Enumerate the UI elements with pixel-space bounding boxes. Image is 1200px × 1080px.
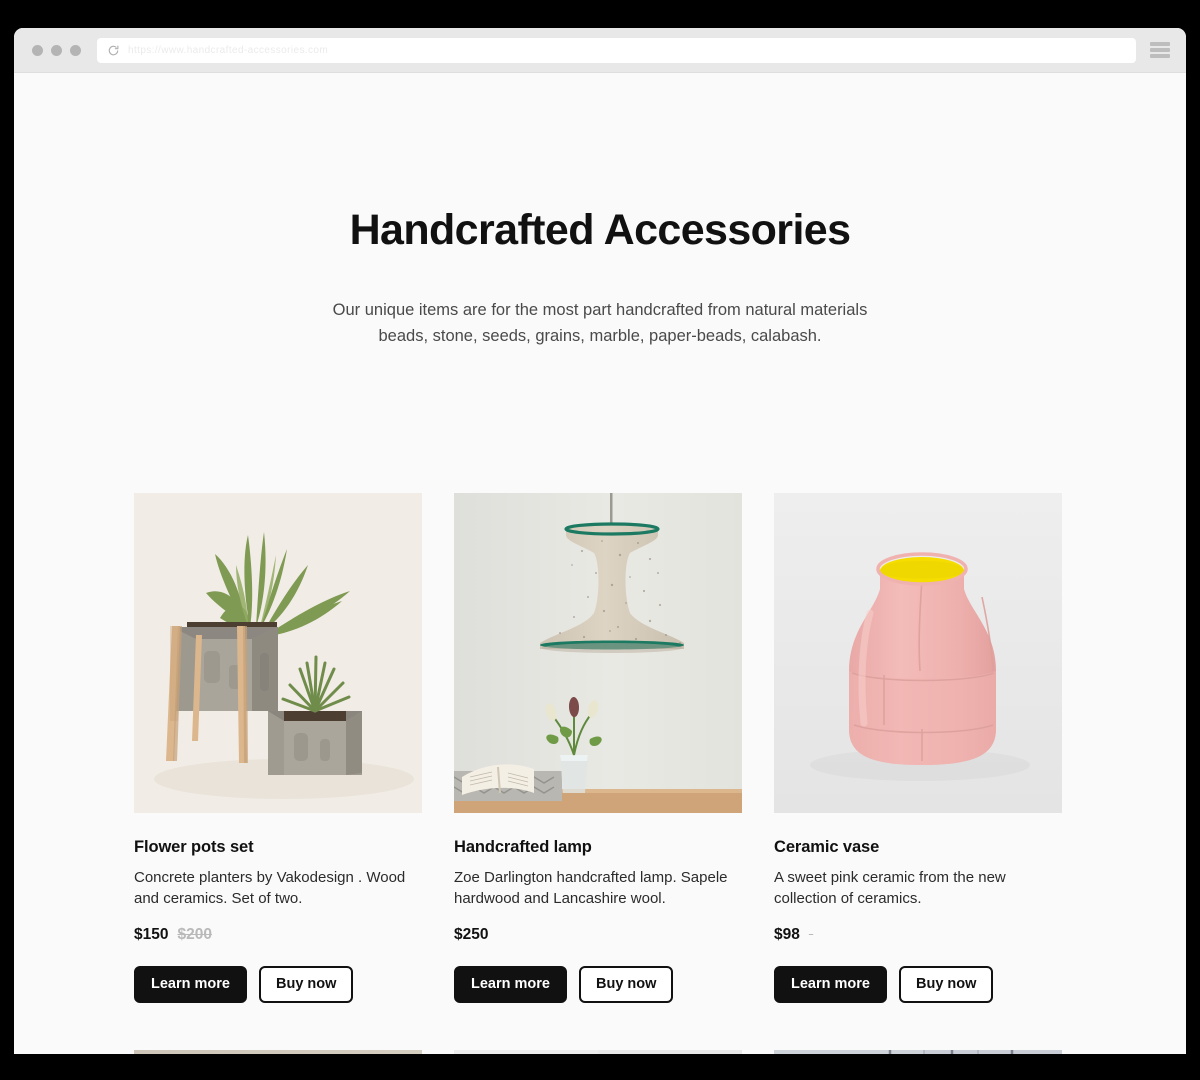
product-description: Zoe Darlington handcrafted lamp. Sapele …	[454, 869, 728, 908]
product-name: Handcrafted lamp	[454, 838, 592, 856]
handcrafted-lamp-photo[interactable]	[454, 493, 742, 813]
price-row: $250	[454, 926, 742, 944]
buy-now-button[interactable]: Buy now	[258, 965, 354, 1004]
page-subtitle: Our unique items are for the most part h…	[14, 298, 1186, 349]
product-photo-blue-pendant[interactable]	[774, 1050, 1062, 1054]
window-maximize-dot[interactable]	[70, 44, 81, 56]
card-actions: Learn more Buy now	[134, 965, 422, 1004]
product-name: Flower pots set	[134, 838, 254, 856]
page-subtitle-line-2: beads, stone, seeds, grains, marble, pap…	[378, 326, 822, 345]
product-card[interactable]	[134, 1050, 422, 1054]
blue-pendant-illustration	[774, 1050, 1062, 1054]
flower-pots-illustration	[134, 493, 422, 813]
price-row: $150 $200	[134, 926, 422, 944]
window-close-dot[interactable]	[32, 44, 43, 56]
product-grid: Flower pots set Concrete planters by Vak…	[134, 493, 1076, 1054]
current-price: $150	[134, 925, 169, 943]
address-bar[interactable]: https://www.handcrafted-accessories.com	[97, 37, 1136, 63]
window-controls[interactable]	[32, 44, 81, 56]
flower-pots-photo[interactable]	[134, 493, 422, 813]
buy-now-button[interactable]: Buy now	[578, 965, 674, 1004]
menu-bar-1	[1150, 42, 1170, 46]
browser-toolbar: https://www.handcrafted-accessories.com	[14, 28, 1186, 73]
current-price: $250	[454, 925, 489, 943]
learn-more-button[interactable]: Learn more	[774, 965, 887, 1004]
product-name: Ceramic vase	[774, 838, 880, 856]
card-actions: Learn more Buy now	[774, 965, 1062, 1004]
ceramic-vase-illustration	[774, 493, 1062, 813]
gray-photo-illustration	[454, 1050, 742, 1054]
buy-now-button[interactable]: Buy now	[898, 965, 994, 1004]
menu-bar-3	[1150, 54, 1170, 58]
product-card[interactable]: Handcrafted lamp Zoe Darlington handcraf…	[454, 493, 742, 1004]
learn-more-button[interactable]: Learn more	[454, 965, 567, 1004]
card-actions: Learn more Buy now	[454, 965, 742, 1004]
window-minimize-dot[interactable]	[51, 44, 62, 56]
page-subtitle-line-1: Our unique items are for the most part h…	[332, 301, 868, 320]
product-card[interactable]: Ceramic vase A sweet pink ceramic from t…	[774, 493, 1062, 1004]
hero-section: Handcrafted Accessories Our unique items…	[14, 73, 1186, 349]
old-price: $200	[177, 925, 212, 943]
product-photo-gray[interactable]	[454, 1050, 742, 1054]
browser-window: https://www.handcrafted-accessories.com …	[14, 28, 1186, 1054]
price-row: $98	[774, 926, 1062, 944]
product-card[interactable]	[454, 1050, 742, 1054]
learn-more-button[interactable]: Learn more	[134, 965, 247, 1004]
address-input-text[interactable]: https://www.handcrafted-accessories.com	[128, 45, 328, 56]
old-price	[809, 926, 815, 944]
handcrafted-lamp-illustration	[454, 493, 742, 813]
screen-bezel: https://www.handcrafted-accessories.com …	[0, 0, 1200, 1080]
reload-icon[interactable]	[107, 44, 120, 57]
ceramic-vase-photo[interactable]	[774, 493, 1062, 813]
product-description: Concrete planters by Vakodesign . Wood a…	[134, 869, 406, 908]
menu-bar-2	[1150, 48, 1170, 52]
product-card[interactable]	[774, 1050, 1062, 1054]
product-card[interactable]: Flower pots set Concrete planters by Vak…	[134, 493, 422, 1004]
product-photo-beige[interactable]	[134, 1050, 422, 1054]
product-description: A sweet pink ceramic from the new collec…	[774, 869, 1006, 908]
page-title: Handcrafted Accessories	[349, 206, 851, 254]
current-price: $98	[774, 925, 800, 943]
hamburger-menu-icon[interactable]	[1150, 42, 1170, 58]
page-content: Handcrafted Accessories Our unique items…	[14, 73, 1186, 1054]
